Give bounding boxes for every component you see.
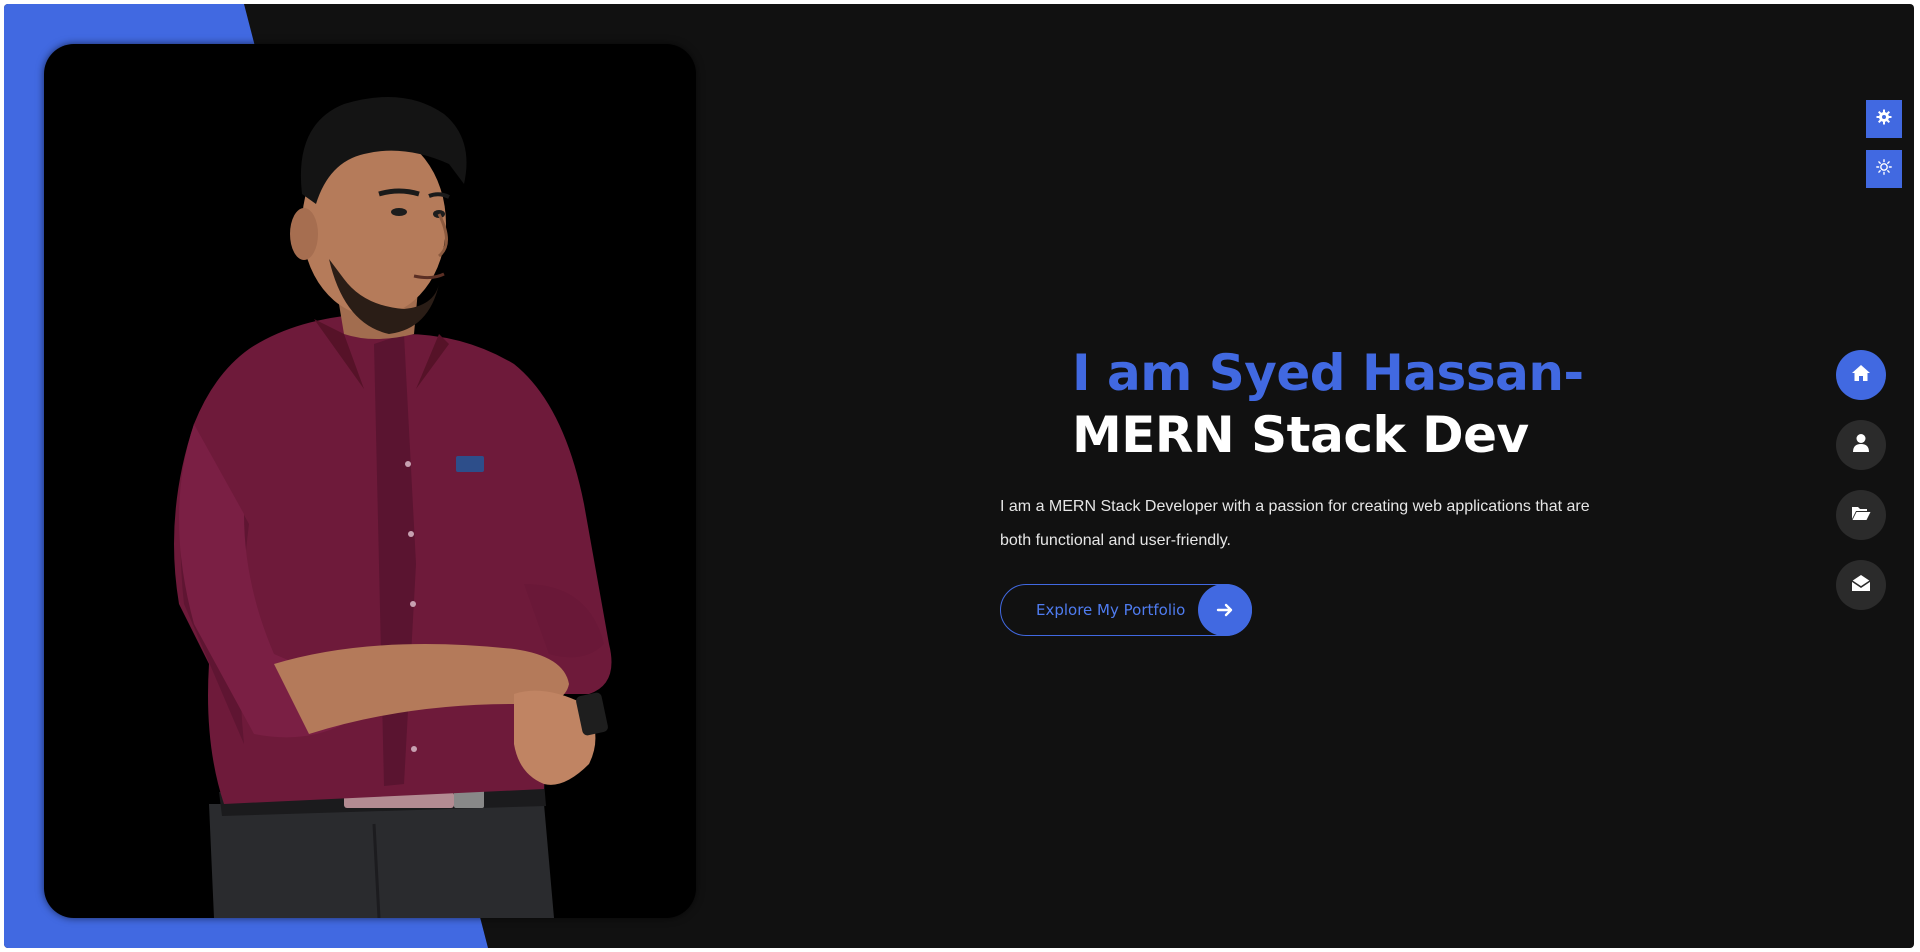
home-icon <box>1851 364 1871 387</box>
nav-home-button[interactable] <box>1836 350 1886 400</box>
nav-portfolio-button[interactable] <box>1836 490 1886 540</box>
hero-description: I am a MERN Stack Developer with a passi… <box>1000 498 1590 549</box>
profile-photo <box>44 44 696 918</box>
explore-portfolio-label: Explore My Portfolio <box>1036 601 1186 619</box>
envelope-open-icon <box>1851 574 1871 597</box>
home-page: I am Syed Hassan- MERN Stack Dev I am a … <box>4 4 1914 948</box>
user-icon <box>1852 433 1870 458</box>
headline-role: MERN Stack Dev <box>1072 406 1529 464</box>
folder-open-icon <box>1851 505 1871 526</box>
hero-section: I am Syed Hassan- MERN Stack Dev I am a … <box>1000 342 1620 636</box>
hero-headline: I am Syed Hassan- MERN Stack Dev <box>1072 342 1620 466</box>
nav-about-button[interactable] <box>1836 420 1886 470</box>
headline-name: I am Syed Hassan- <box>1072 344 1584 402</box>
explore-portfolio-button[interactable]: Explore My Portfolio <box>1000 584 1252 636</box>
theme-toggle-button[interactable] <box>1866 150 1902 188</box>
gear-icon <box>1876 109 1892 130</box>
sun-icon <box>1876 158 1892 180</box>
arrow-right-icon <box>1198 584 1252 636</box>
settings-button[interactable] <box>1866 100 1902 138</box>
nav-contact-button[interactable] <box>1836 560 1886 610</box>
